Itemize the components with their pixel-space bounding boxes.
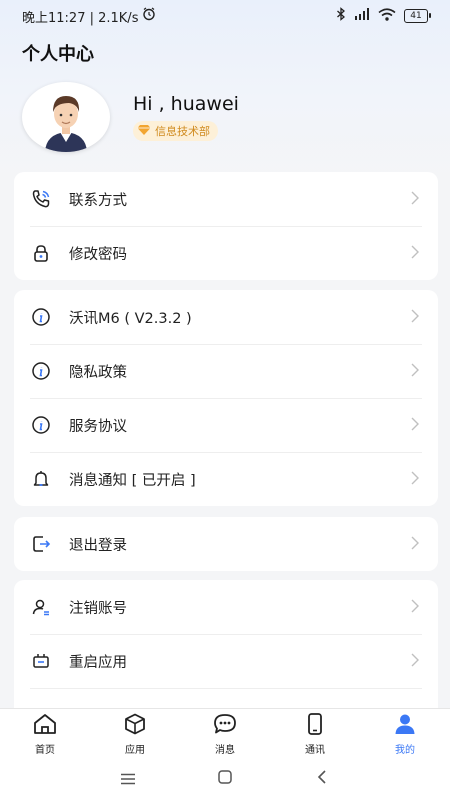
home-icon xyxy=(33,713,57,739)
home-nav-button[interactable] xyxy=(205,764,245,794)
chevron-right-icon xyxy=(410,535,420,554)
bell-icon xyxy=(30,468,52,490)
tab-apps[interactable]: 应用 xyxy=(90,709,180,759)
menu-item-label: 修改密码 xyxy=(69,246,127,263)
status-time-speed: 晚上11:27 | 2.1K/s xyxy=(22,10,139,26)
menu-item-contact[interactable]: 联系方式 xyxy=(14,172,438,226)
battery-level: 41 xyxy=(410,10,422,21)
tab-label: 应用 xyxy=(125,744,145,756)
menu-icon xyxy=(120,770,136,789)
menu-item-restart-app[interactable]: 重启应用 xyxy=(14,634,438,688)
menu-item-label: 隐私政策 xyxy=(69,364,127,381)
menu-item-version[interactable]: 沃讯M6 ( V2.3.2 ) xyxy=(14,290,438,344)
page-title: 个人中心 xyxy=(22,44,94,65)
department-label: 信息技术部 xyxy=(155,125,210,138)
chevron-right-icon xyxy=(410,308,420,327)
tab-contacts[interactable]: 通讯 xyxy=(270,709,360,759)
tab-home[interactable]: 首页 xyxy=(0,709,90,759)
avatar[interactable] xyxy=(22,82,110,152)
department-badge: 信息技术部 xyxy=(133,121,218,141)
menu-item-cancel-account[interactable]: 注销账号 xyxy=(14,580,438,634)
lock-icon xyxy=(30,242,52,264)
info-icon xyxy=(30,306,52,328)
tab-label: 通讯 xyxy=(305,744,325,756)
tab-label: 我的 xyxy=(395,744,415,756)
user-icon xyxy=(393,713,417,739)
status-bar: 晚上11:27 | 2.1K/s 41 xyxy=(0,0,450,32)
menu-group-system: 注销账号 重启应用 xyxy=(14,580,438,708)
chevron-right-icon xyxy=(410,470,420,489)
menu-item-notifications[interactable]: 消息通知 [ 已开启 ] xyxy=(14,452,438,506)
diamond-icon xyxy=(137,124,151,139)
bluetooth-icon xyxy=(336,7,346,25)
menu-group-logout: 退出登录 xyxy=(14,517,438,571)
back-icon xyxy=(316,769,328,789)
menu-item-logout[interactable]: 退出登录 xyxy=(14,517,438,571)
menu-item-label: 服务协议 xyxy=(69,418,127,435)
menu-group-account: 联系方式 修改密码 xyxy=(14,172,438,280)
phone-icon xyxy=(30,188,52,210)
tab-label: 消息 xyxy=(215,744,235,756)
recent-apps-button[interactable] xyxy=(108,764,148,794)
chevron-right-icon xyxy=(410,652,420,671)
tab-mine[interactable]: 我的 xyxy=(360,709,450,759)
tab-messages[interactable]: 消息 xyxy=(180,709,270,759)
tab-label: 首页 xyxy=(35,744,55,756)
chevron-right-icon xyxy=(410,190,420,209)
menu-group-about: 沃讯M6 ( V2.3.2 ) 隐私政策 服务协议 消息通知 [ 已开启 ] xyxy=(14,290,438,506)
menu-item-service-agreement[interactable]: 服务协议 xyxy=(14,398,438,452)
battery-icon: 41 xyxy=(404,9,431,23)
back-nav-button[interactable] xyxy=(302,764,342,794)
system-nav-bar xyxy=(0,758,450,800)
cube-icon xyxy=(123,713,147,739)
menu-item-privacy-policy[interactable]: 隐私政策 xyxy=(14,344,438,398)
menu-item-change-password[interactable]: 修改密码 xyxy=(14,226,438,280)
menu-item-label: 退出登录 xyxy=(69,537,127,554)
menu-item-label: 沃讯M6 ( V2.3.2 ) xyxy=(69,310,192,327)
logout-icon xyxy=(30,533,52,555)
user-greeting: Hi , huawei xyxy=(133,93,239,115)
chevron-right-icon xyxy=(410,362,420,381)
chevron-right-icon xyxy=(410,416,420,435)
info-icon xyxy=(30,414,52,436)
chevron-right-icon xyxy=(410,598,420,617)
menu-item-label: 注销账号 xyxy=(69,600,127,617)
wifi-icon xyxy=(378,7,396,25)
menu-item-label: 联系方式 xyxy=(69,192,127,209)
phone-device-icon xyxy=(303,712,327,739)
menu-item-label: 重启应用 xyxy=(69,654,127,671)
chevron-right-icon xyxy=(410,244,420,263)
restart-icon xyxy=(30,650,52,672)
user-cancel-icon xyxy=(30,596,52,618)
info-icon xyxy=(30,360,52,382)
bottom-tab-bar: 首页 应用 消息 通讯 我的 xyxy=(0,708,450,759)
signal-icon xyxy=(354,8,370,24)
menu-item-label: 消息通知 [ 已开启 ] xyxy=(69,472,196,489)
chat-icon xyxy=(213,713,237,739)
alarm-icon xyxy=(142,7,156,25)
menu-item-partial[interactable] xyxy=(14,688,438,708)
profile-header: Hi , huawei 信息技术部 xyxy=(22,82,239,152)
square-icon xyxy=(217,769,233,789)
